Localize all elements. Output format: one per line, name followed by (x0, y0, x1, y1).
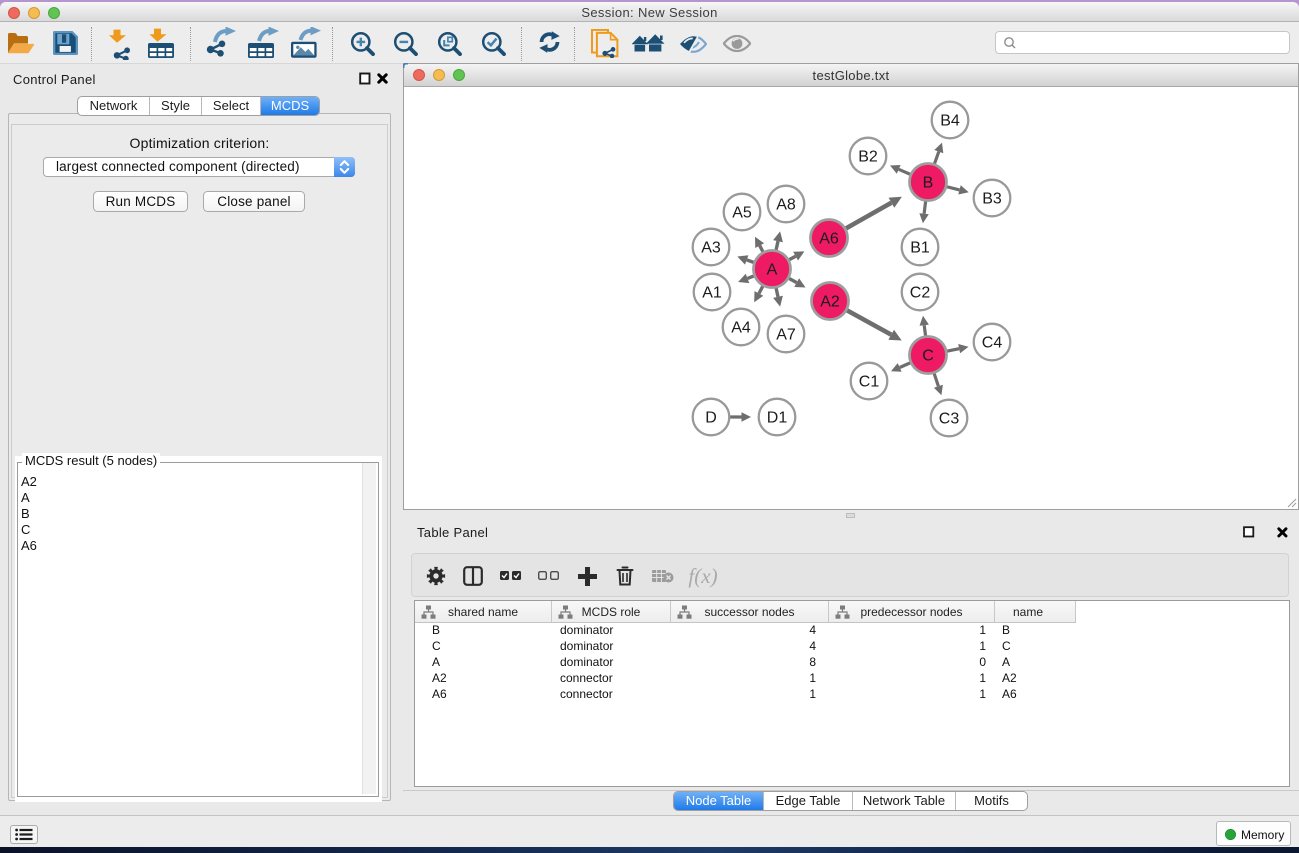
svg-text:B3: B3 (982, 191, 1002, 208)
svg-text:A3: A3 (701, 240, 721, 257)
svg-text:B2: B2 (858, 149, 878, 166)
svg-text:C: C (922, 348, 934, 365)
svg-text:A: A (767, 262, 778, 279)
svg-text:A4: A4 (731, 320, 751, 337)
svg-text:A5: A5 (732, 205, 752, 222)
svg-text:C4: C4 (982, 335, 1003, 352)
svg-text:A1: A1 (702, 285, 722, 302)
svg-text:D1: D1 (767, 410, 788, 427)
svg-text:D: D (705, 410, 717, 427)
svg-text:A7: A7 (776, 327, 796, 344)
svg-text:B4: B4 (940, 113, 960, 130)
svg-text:A2: A2 (820, 294, 840, 311)
svg-text:C3: C3 (939, 411, 960, 428)
svg-text:B1: B1 (910, 240, 930, 257)
svg-text:B: B (923, 175, 934, 192)
svg-text:A6: A6 (819, 231, 839, 248)
svg-text:C2: C2 (910, 285, 931, 302)
svg-text:C1: C1 (859, 374, 880, 391)
svg-text:A8: A8 (776, 197, 796, 214)
